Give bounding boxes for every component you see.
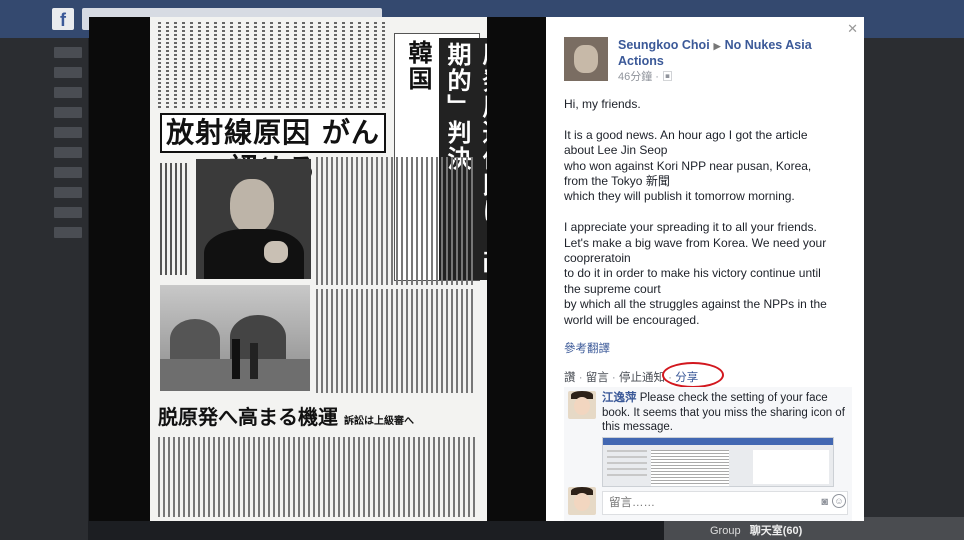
post-header: Seungkoo Choi ▶ No Nukes Asia Actions (618, 38, 856, 69)
arrow-right-icon: ▶ (713, 41, 721, 51)
author-avatar[interactable] (564, 37, 608, 81)
post-time[interactable]: 46分鐘 (618, 71, 652, 83)
close-icon[interactable]: ✕ (847, 21, 858, 37)
main-headline: 放射線原因 がん認める (160, 113, 386, 185)
headline-korea: 韓国 (404, 40, 433, 92)
highlight-ring (662, 362, 724, 388)
bottom-headline: 脱原発へ高まる機運 訴訟は上級審へ (158, 405, 414, 429)
comment-text: Please check the setting of your face bo… (602, 392, 845, 433)
comments-section: 江逸萍 Please check the setting of your fac… (564, 387, 852, 521)
commenter-name[interactable]: 江逸萍 (602, 392, 637, 404)
group-label: Group (710, 525, 741, 537)
left-sidebar (0, 38, 88, 540)
camera-icon[interactable]: ◙ (821, 496, 828, 508)
commenter-avatar[interactable] (568, 391, 596, 419)
translate-link[interactable]: 參考翻譯 (564, 340, 610, 356)
comment-screenshot-image[interactable] (602, 437, 834, 487)
facebook-logo-icon[interactable]: f (52, 8, 74, 30)
my-avatar (568, 487, 596, 515)
stop-notify-link[interactable]: 停止通知 (619, 372, 665, 384)
post-panel: ✕ Seungkoo Choi ▶ No Nukes Asia Actions 46… (546, 17, 864, 521)
chat-label[interactable]: 聊天室(60) (750, 525, 803, 537)
newspaper-clipping: 韓国 原発周辺住民に「画期的」判決 放射線原因 がん認める 脱原発へ高まる機運訴… (150, 17, 487, 521)
power-plant-photo (160, 285, 310, 391)
post-meta: 46分鐘 · ▣ (618, 71, 674, 83)
right-sidebar (864, 38, 964, 540)
portrait-photo (196, 159, 311, 279)
emoji-icon[interactable]: ☺ (832, 494, 846, 508)
like-link[interactable]: 讚 (564, 372, 576, 384)
comment: 江逸萍 Please check the setting of your fac… (602, 391, 848, 435)
post-body: Hi, my friends. It is a good news. An ho… (564, 97, 849, 343)
comment-input[interactable] (602, 491, 848, 515)
author-link[interactable]: Seungkoo Choi (618, 38, 710, 52)
audience-icon[interactable]: ▣ (662, 71, 673, 83)
post-paragraph: Hi, my friends. (564, 97, 641, 111)
photo-viewer[interactable]: 韓国 原発周辺住民に「画期的」判決 放射線原因 がん認める 脱原発へ高まる機運訴… (89, 17, 546, 521)
photo-caption (160, 163, 188, 275)
post-paragraph: It is a good news. An hour ago I got the… (564, 127, 812, 204)
post-paragraph: I appreciate your spreading it to all yo… (564, 220, 827, 327)
comment-link[interactable]: 留言 (586, 372, 609, 384)
